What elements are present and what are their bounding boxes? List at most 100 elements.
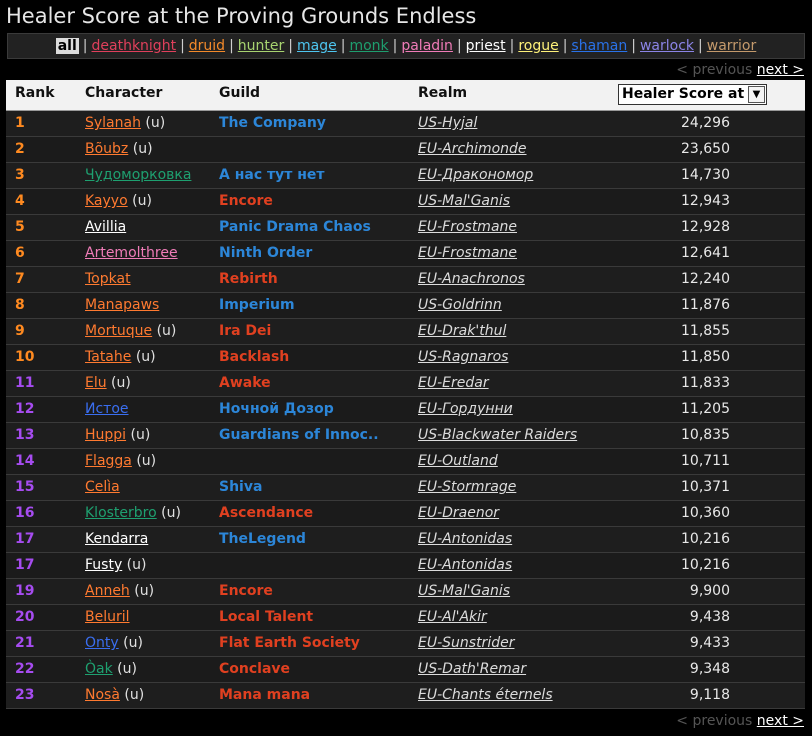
class-filter-all[interactable]: all	[55, 38, 79, 54]
guild-link[interactable]: Mana mana	[219, 683, 310, 708]
guild-link[interactable]: The Company	[219, 111, 326, 136]
character-link[interactable]: Celìa	[85, 479, 120, 495]
guild-link[interactable]: Imperium	[219, 293, 295, 318]
realm-link[interactable]: EU-Antonidas	[418, 553, 512, 578]
separator: |	[631, 38, 636, 54]
rank-cell: 23	[15, 687, 35, 703]
character-link[interactable]: Klosterbro	[85, 505, 157, 521]
character-link[interactable]: Beluril	[85, 609, 130, 625]
realm-link[interactable]: US-Mal'Ganis	[418, 579, 510, 604]
separator: |	[180, 38, 185, 54]
rank-cell: 2	[15, 141, 25, 157]
character-link[interactable]: Fusty	[85, 557, 122, 573]
guild-link[interactable]: Ночной Дозор	[219, 397, 334, 422]
class-filter-monk[interactable]: monk	[349, 38, 388, 54]
character-link[interactable]: Kendarra	[85, 531, 148, 547]
character-link[interactable]: Nosà	[85, 687, 120, 703]
guild-link[interactable]: Local Talent	[219, 605, 313, 630]
realm-link[interactable]: EU-Гордунни	[418, 397, 513, 422]
realm-link[interactable]: US-Ragnaros	[418, 345, 508, 370]
class-filter-rogue[interactable]: rogue	[518, 38, 558, 54]
realm-link[interactable]: US-Hyjal	[418, 111, 477, 136]
realm-link[interactable]: US-Blackwater Raiders	[418, 423, 577, 448]
realm-link[interactable]: EU-Antonidas	[418, 527, 512, 552]
guild-link[interactable]: Backlash	[219, 345, 289, 370]
class-filter-warrior[interactable]: warrior	[707, 38, 757, 54]
rank-cell: 12	[15, 401, 35, 417]
class-filter-shaman[interactable]: shaman	[571, 38, 627, 54]
score-type-select[interactable]: Healer Score at ▼	[618, 84, 767, 105]
character-link[interactable]: Истое	[85, 401, 129, 417]
guild-link[interactable]: Shiva	[219, 475, 262, 500]
realm-link[interactable]: EU-Outland	[418, 449, 498, 474]
rank-cell: 5	[15, 219, 25, 235]
character-link[interactable]: Manapaws	[85, 297, 159, 313]
realm-link[interactable]: EU-Frostmane	[418, 241, 517, 266]
realm-link[interactable]: EU-Anachronos	[418, 267, 525, 292]
realm-link[interactable]: EU-Frostmane	[418, 215, 517, 240]
realm-link[interactable]: EU-Eredar	[418, 371, 489, 396]
class-filter-warlock[interactable]: warlock	[640, 38, 694, 54]
chevron-down-icon[interactable]: ▼	[748, 86, 765, 103]
unverified-tag: (u)	[119, 687, 145, 703]
realm-link[interactable]: EU-Chants éternels	[418, 683, 553, 708]
realm-link[interactable]: US-Mal'Ganis	[418, 189, 510, 214]
score-cell: 12,641	[681, 245, 730, 261]
separator: |	[456, 38, 462, 54]
realm-link[interactable]: EU-Archimonde	[418, 137, 527, 162]
realm-link[interactable]: US-Dath'Remar	[418, 657, 526, 682]
character-link[interactable]: Anneh	[85, 583, 130, 599]
class-filter-bar: all | deathknight | druid | hunter | mage | monk | p…	[7, 33, 805, 59]
guild-link[interactable]: Rebirth	[219, 267, 278, 292]
character-link[interactable]: Mortuque	[85, 323, 152, 339]
guild-link[interactable]: Conclave	[219, 657, 290, 682]
guild-link[interactable]: TheLegend	[219, 527, 306, 552]
guild-link[interactable]: Flat Earth Society	[219, 631, 360, 656]
character-link[interactable]: Onty	[85, 635, 119, 651]
guild-link[interactable]: А нас тут нет	[219, 163, 325, 188]
character-link[interactable]: Чудоморковка	[85, 167, 191, 183]
score-cell: 11,205	[681, 401, 730, 417]
class-filter-mage[interactable]: mage	[297, 38, 337, 54]
character-link[interactable]: Artemolthree	[85, 245, 178, 261]
guild-link[interactable]: Encore	[219, 579, 273, 604]
class-filter-priest[interactable]: priest	[466, 38, 506, 54]
class-filter-hunter[interactable]: hunter	[238, 38, 284, 54]
class-filter-paladin[interactable]: paladin	[401, 38, 453, 54]
character-link[interactable]: Kayyo	[85, 193, 128, 209]
realm-link[interactable]: EU-Al'Akir	[418, 605, 487, 630]
character-link[interactable]: Huppi	[85, 427, 126, 443]
character-link[interactable]: Sylanah	[85, 115, 141, 131]
guild-link[interactable]: Awake	[219, 371, 271, 396]
character-link[interactable]: Tatahe	[85, 349, 131, 365]
realm-link[interactable]: EU-Drak'thul	[418, 319, 506, 344]
guild-link[interactable]: Encore	[219, 189, 273, 214]
realm-link[interactable]: EU-Draenor	[418, 501, 499, 526]
guild-link[interactable]: Guardians of Innoc..	[219, 423, 379, 448]
guild-link[interactable]: Ascendance	[219, 501, 313, 526]
character-cell: Nosà (u)	[85, 683, 144, 708]
class-filter-deathknight[interactable]: deathknight	[92, 38, 177, 54]
character-link[interactable]: Òak	[85, 661, 113, 677]
character-cell: Beluril	[85, 605, 130, 630]
character-link[interactable]: Topkat	[85, 271, 131, 287]
character-link[interactable]: Elu	[85, 375, 107, 391]
table-row: 15 Celìa Shiva EU-Stormrage 10,371	[6, 475, 805, 501]
guild-link[interactable]: Ira Dei	[219, 319, 271, 344]
realm-link[interactable]: EU-Sunstrider	[418, 631, 514, 656]
character-link[interactable]: Bõubz	[85, 141, 128, 157]
character-link[interactable]: Avillia	[85, 219, 126, 235]
table-row: 6 Artemolthree Ninth Order EU-Frostmane 12,6…	[6, 241, 805, 267]
class-filter-druid[interactable]: druid	[189, 38, 225, 54]
character-link[interactable]: Flagga	[85, 453, 132, 469]
realm-link[interactable]: EU-Stormrage	[418, 475, 516, 500]
next-link[interactable]: next >	[757, 62, 804, 78]
guild-link[interactable]: Panic Drama Chaos	[219, 215, 371, 240]
guild-link[interactable]: Ninth Order	[219, 241, 312, 266]
realm-link[interactable]: US-Goldrinn	[418, 293, 502, 318]
next-link[interactable]: next >	[757, 713, 804, 729]
separator: |	[340, 38, 346, 54]
score-cell: 10,835	[681, 427, 730, 443]
rank-header: Rank	[15, 85, 55, 101]
realm-link[interactable]: EU-Дракономор	[418, 163, 533, 188]
